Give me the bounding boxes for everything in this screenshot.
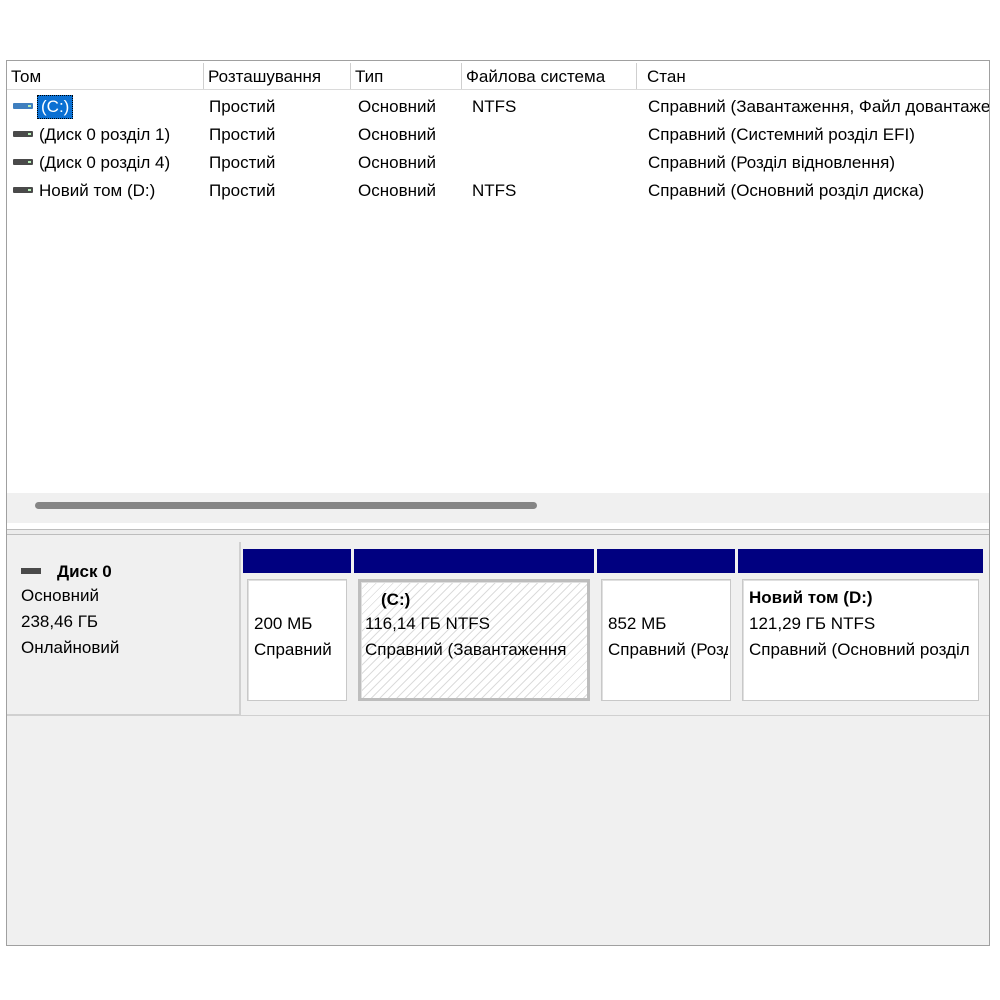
volume-filesystem (472, 149, 632, 177)
column-header-volume[interactable]: Том (7, 61, 201, 89)
disk-info-panel[interactable]: Диск 0 Основний 238,46 ГБ Онлайновий (7, 542, 241, 716)
column-header-layout[interactable]: Розташування (204, 61, 348, 89)
volume-status: Справний (Основний розділ диска) (648, 181, 925, 200)
volume-name: Новий том (D:) (39, 181, 156, 200)
volume-layout: Простий (209, 181, 276, 200)
disk-graph-pane: Диск 0 Основний 238,46 ГБ Онлайновий 200… (7, 535, 989, 945)
volume-type: Основний (358, 125, 436, 144)
partition-title: Новий том (D:) (749, 588, 873, 607)
partition-status: Справний (254, 640, 332, 659)
disk-type: Основний (21, 586, 99, 605)
volume-status: Справний (Розділ відновлення) (648, 153, 896, 172)
volume-layout: Простий (209, 125, 276, 144)
partition-bar (243, 549, 351, 573)
partition-size: 116,14 ГБ NTFS (365, 614, 490, 633)
partition-recovery[interactable]: 852 МБ Справний (Розділ (597, 549, 735, 705)
partition-d[interactable]: Новий том (D:) 121,29 ГБ NTFS Справний (… (738, 549, 983, 705)
disk-size: 238,46 ГБ (21, 612, 99, 631)
volume-type: Основний (358, 153, 436, 172)
divider (7, 715, 989, 716)
volume-status: Справний (Системний розділ EFI) (648, 125, 915, 144)
disk-state: Онлайновий (21, 638, 120, 657)
column-header-status[interactable]: Стан (637, 61, 987, 89)
drive-icon (13, 103, 33, 109)
volume-layout: Простий (209, 97, 276, 116)
partition-efi[interactable]: 200 МБ Справний (243, 549, 351, 705)
column-header: Том Розташування Тип Файлова система Ста… (7, 61, 989, 90)
disk-management-window: Том Розташування Тип Файлова система Ста… (6, 60, 990, 946)
disk-icon (21, 568, 41, 574)
volume-row[interactable]: (Диск 0 розділ 1) Простий Основний Справ… (7, 121, 989, 149)
volume-name: (Диск 0 розділ 1) (39, 125, 171, 144)
partition-size: 852 МБ (608, 614, 667, 633)
volume-type: Основний (358, 97, 436, 116)
column-header-type[interactable]: Тип (351, 61, 459, 89)
drive-icon (13, 131, 33, 137)
horizontal-scrollbar-thumb[interactable] (35, 502, 537, 509)
partition-c[interactable]: (C:) 116,14 ГБ NTFS Справний (Завантажен… (354, 549, 594, 705)
volume-type: Основний (358, 181, 436, 200)
partition-bar (738, 549, 983, 573)
volume-row[interactable]: (C:) Простий Основний NTFS Справний (Зав… (7, 93, 989, 121)
volume-filesystem: NTFS (472, 181, 517, 200)
disk-name: Диск 0 (57, 562, 112, 581)
partition-title: (C:) (381, 590, 411, 609)
partition-bar (597, 549, 735, 573)
drive-icon (13, 159, 33, 165)
volume-filesystem (472, 121, 632, 149)
volume-list-pane: Том Розташування Тип Файлова система Ста… (7, 61, 989, 529)
partition-status: Справний (Розділ (608, 640, 728, 659)
partition-status: Справний (Основний розділ (749, 640, 970, 659)
drive-icon (13, 187, 33, 193)
partition-bar (354, 549, 594, 573)
volume-row[interactable]: (Диск 0 розділ 4) Простий Основний Справ… (7, 149, 989, 177)
partition-size: 121,29 ГБ NTFS (749, 614, 876, 633)
volume-layout: Простий (209, 153, 276, 172)
volume-row[interactable]: Новий том (D:) Простий Основний NTFS Спр… (7, 177, 989, 205)
volume-filesystem: NTFS (472, 97, 517, 116)
partition-status: Справний (Завантаження (365, 640, 567, 659)
volume-status: Справний (Завантаження, Файл довантаженн… (648, 97, 989, 116)
volume-name[interactable]: (C:) (37, 95, 74, 119)
column-header-filesystem[interactable]: Файлова система (462, 61, 634, 89)
partition-size: 200 МБ (254, 614, 313, 633)
partition-map: 200 МБ Справний (C:) 116,14 ГБ NTFS Спра… (243, 549, 983, 705)
volume-name: (Диск 0 розділ 4) (39, 153, 171, 172)
